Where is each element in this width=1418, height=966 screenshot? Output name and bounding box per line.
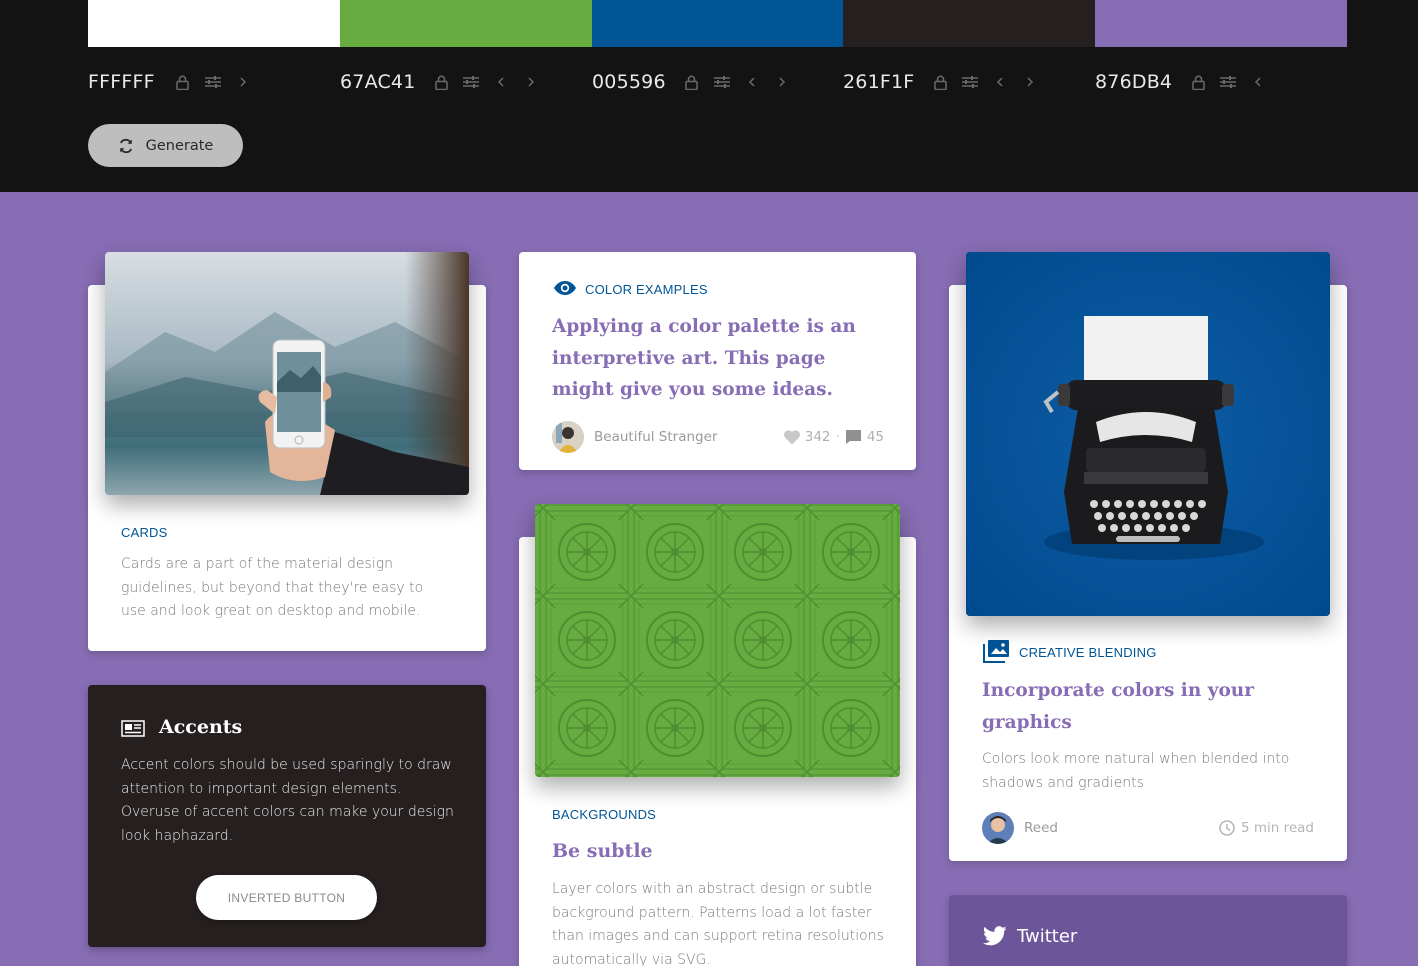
swatch-2[interactable]: [340, 0, 592, 47]
backgrounds-eyebrow: BACKGROUNDS: [552, 807, 657, 822]
cards-eyebrow: CARDS: [121, 525, 168, 540]
hex-value[interactable]: FFFFFF: [88, 71, 155, 93]
clock-icon: [1219, 820, 1235, 836]
accents-card: Accents Accent colors should be used spa…: [88, 685, 486, 947]
heart-icon[interactable]: [783, 429, 801, 445]
swatch-5[interactable]: [1095, 0, 1347, 47]
like-count: 342: [804, 429, 831, 445]
author-name[interactable]: Reed: [1024, 820, 1058, 836]
lock-icon[interactable]: [175, 74, 191, 90]
typewriter-image: [966, 252, 1330, 616]
adjust-icon[interactable]: [1220, 74, 1237, 90]
creative-headline[interactable]: Incorporate colors in your graphics: [982, 675, 1282, 738]
comment-count: 45: [866, 429, 884, 445]
palette-bar: FFFFFF 67AC41 005596 261F1F 876DB4 Gener…: [0, 0, 1418, 192]
author-name[interactable]: Beautiful Stranger: [594, 429, 717, 445]
chevron-right-icon[interactable]: [235, 74, 251, 90]
newspaper-icon: [121, 720, 145, 741]
hex-value[interactable]: 876DB4: [1095, 71, 1172, 93]
photo-library-icon: [983, 639, 1010, 667]
lock-icon[interactable]: [1190, 74, 1206, 90]
chevron-left-icon[interactable]: [1250, 74, 1266, 90]
read-time: 5 min read: [1240, 820, 1314, 836]
adjust-icon[interactable]: [463, 74, 480, 90]
color-examples-eyebrow: COLOR EXAMPLES: [585, 282, 708, 297]
hex-value[interactable]: 67AC41: [340, 71, 415, 93]
chevron-right-icon[interactable]: [774, 74, 790, 90]
twitter-title: Twitter: [1017, 926, 1078, 947]
creative-body: Colors look more natural when blended in…: [982, 751, 1290, 791]
accents-body: Accent colors should be used sparingly t…: [121, 757, 454, 844]
generate-label: Generate: [145, 137, 214, 154]
adjust-icon[interactable]: [204, 74, 221, 90]
chevron-right-icon[interactable]: [1022, 74, 1038, 90]
accents-title: Accents: [159, 716, 243, 738]
twitter-card[interactable]: Twitter: [949, 895, 1347, 966]
creative-meta: Reed 5 min read: [982, 812, 1314, 844]
backgrounds-body: Layer colors with an abstract design or …: [552, 881, 884, 966]
avatar[interactable]: [982, 812, 1014, 844]
swatch-4[interactable]: [843, 0, 1095, 47]
chevron-right-icon[interactable]: [523, 74, 539, 90]
color-examples-meta: Beautiful Stranger 342 · 45: [552, 421, 884, 453]
swatch-3-controls: 005596: [592, 70, 790, 94]
color-examples-card: COLOR EXAMPLES Applying a color palette …: [519, 252, 916, 470]
swatch-5-controls: 876DB4: [1095, 70, 1266, 94]
hex-value[interactable]: 261F1F: [843, 71, 914, 93]
swatch-1[interactable]: [88, 0, 340, 47]
hex-value[interactable]: 005596: [592, 71, 666, 93]
lock-icon[interactable]: [932, 74, 948, 90]
twitter-icon: [983, 926, 1007, 950]
backgrounds-headline[interactable]: Be subtle: [552, 840, 653, 862]
lock-icon[interactable]: [684, 74, 700, 90]
creative-eyebrow: CREATIVE BLENDING: [1019, 645, 1157, 660]
generate-button[interactable]: Generate: [88, 124, 243, 167]
swatch-4-controls: 261F1F: [843, 70, 1038, 94]
green-pattern-image: [535, 504, 900, 777]
swatch-2-controls: 67AC41: [340, 70, 539, 94]
chevron-left-icon[interactable]: [992, 74, 1008, 90]
phone-photo: [105, 252, 469, 495]
refresh-icon: [119, 138, 132, 153]
avatar[interactable]: [552, 421, 584, 453]
adjust-icon[interactable]: [962, 74, 979, 90]
adjust-icon[interactable]: [713, 74, 730, 90]
chevron-left-icon[interactable]: [493, 74, 509, 90]
swatch-3[interactable]: [592, 0, 843, 47]
eye-icon: [553, 280, 577, 300]
lock-icon[interactable]: [433, 74, 449, 90]
inverted-button[interactable]: INVERTED BUTTON: [196, 875, 377, 920]
cards-body: Cards are a part of the material design …: [121, 556, 424, 619]
swatch-1-controls: FFFFFF: [88, 70, 251, 94]
color-examples-headline[interactable]: Applying a color palette is an interpret…: [552, 311, 882, 406]
comment-icon[interactable]: [845, 429, 862, 445]
chevron-left-icon[interactable]: [744, 74, 760, 90]
